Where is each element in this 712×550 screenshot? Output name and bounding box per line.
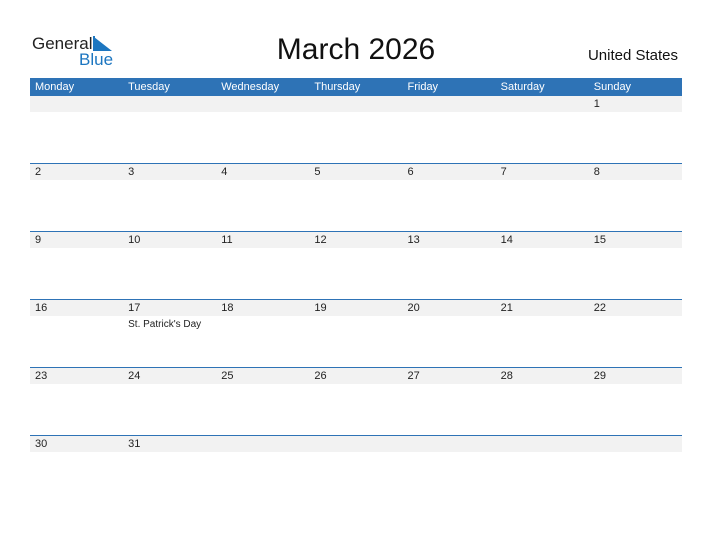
day-cell: 5 xyxy=(309,164,402,180)
day-cell xyxy=(309,96,402,112)
day-cell: 14 xyxy=(496,232,589,248)
day-cell: 22 xyxy=(589,300,682,316)
week-row: 16 17 St. Patrick's Day 18 19 20 21 22 xyxy=(30,299,682,367)
date-row: 30 31 xyxy=(30,436,682,452)
date-row: 2 3 4 5 6 7 8 xyxy=(30,164,682,180)
day-number: 21 xyxy=(500,302,513,314)
day-number: 9 xyxy=(35,234,42,246)
day-number: 8 xyxy=(593,166,600,178)
day-number: 23 xyxy=(35,370,48,382)
day-cell xyxy=(216,436,309,452)
day-number: 2 xyxy=(35,166,42,178)
day-cell: 21 xyxy=(496,300,589,316)
holiday-label: St. Patrick's Day xyxy=(128,319,202,330)
day-cell: 4 xyxy=(216,164,309,180)
day-cell: 31 xyxy=(123,436,216,452)
day-number: 12 xyxy=(314,234,327,246)
weekday-wednesday: Wednesday xyxy=(221,81,280,93)
day-number: 5 xyxy=(314,166,321,178)
day-cell xyxy=(123,96,216,112)
country-label: United States xyxy=(587,47,678,64)
day-number: 30 xyxy=(35,438,48,450)
day-number: 26 xyxy=(314,370,327,382)
day-cell xyxy=(403,436,496,452)
day-cell: 1 xyxy=(589,96,682,112)
day-cell xyxy=(30,96,123,112)
day-cell xyxy=(309,436,402,452)
day-number: 10 xyxy=(128,234,141,246)
calendar-grid: Monday Tuesday Wednesday Thursday Friday Satu… xyxy=(30,78,682,503)
day-number: 7 xyxy=(500,166,507,178)
day-number: 18 xyxy=(221,302,234,314)
day-cell xyxy=(496,96,589,112)
day-number: 31 xyxy=(128,438,141,450)
day-number: 27 xyxy=(407,370,420,382)
day-cell xyxy=(589,436,682,452)
week-row: 30 31 xyxy=(30,435,682,503)
day-number: 20 xyxy=(407,302,420,314)
day-number: 22 xyxy=(593,302,606,314)
day-cell: 18 xyxy=(216,300,309,316)
day-cell: 16 xyxy=(30,300,123,316)
weekday-header: Monday Tuesday Wednesday Thursday Friday Satu… xyxy=(30,78,682,96)
day-number: 6 xyxy=(407,166,414,178)
day-cell: 26 xyxy=(309,368,402,384)
day-number: 11 xyxy=(221,234,233,246)
day-number: 1 xyxy=(593,98,600,110)
day-cell: 25 xyxy=(216,368,309,384)
weekday-saturday: Saturday xyxy=(500,81,545,93)
week-row: 1 xyxy=(30,96,682,163)
day-cell: 3 xyxy=(123,164,216,180)
day-cell: 24 xyxy=(123,368,216,384)
day-cell: 15 xyxy=(589,232,682,248)
weekday-friday: Friday xyxy=(407,81,439,93)
week-row: 9 10 11 12 13 14 15 xyxy=(30,231,682,299)
weekday-sunday: Sunday xyxy=(593,81,632,93)
day-cell: 27 xyxy=(403,368,496,384)
day-number: 29 xyxy=(593,370,606,382)
day-number: 19 xyxy=(314,302,327,314)
day-cell: 23 xyxy=(30,368,123,384)
day-number: 17 xyxy=(128,302,141,314)
week-row: 23 24 25 26 27 28 29 xyxy=(30,367,682,435)
date-row: 16 17 St. Patrick's Day 18 19 20 21 22 xyxy=(30,300,682,330)
day-number: 25 xyxy=(221,370,234,382)
day-cell: 2 xyxy=(30,164,123,180)
day-cell xyxy=(496,436,589,452)
day-cell: 7 xyxy=(496,164,589,180)
day-cell: 13 xyxy=(403,232,496,248)
date-row: 1 xyxy=(30,96,682,112)
day-number: 13 xyxy=(407,234,420,246)
day-cell: 11 xyxy=(216,232,309,248)
day-cell: 9 xyxy=(30,232,123,248)
date-row: 23 24 25 26 27 28 29 xyxy=(30,368,682,384)
day-cell xyxy=(403,96,496,112)
day-cell: 28 xyxy=(496,368,589,384)
day-cell: 19 xyxy=(309,300,402,316)
weekday-thursday: Thursday xyxy=(314,81,361,93)
date-row: 9 10 11 12 13 14 15 xyxy=(30,232,682,248)
day-number: 24 xyxy=(128,370,141,382)
day-cell xyxy=(216,96,309,112)
day-number: 28 xyxy=(500,370,513,382)
day-cell: 30 xyxy=(30,436,123,452)
day-number: 3 xyxy=(128,166,135,178)
day-cell: 20 xyxy=(403,300,496,316)
day-cell: 6 xyxy=(403,164,496,180)
day-number: 4 xyxy=(221,166,228,178)
day-cell: 29 xyxy=(589,368,682,384)
week-row: 2 3 4 5 6 7 8 xyxy=(30,163,682,231)
day-number: 16 xyxy=(35,302,48,314)
weekday-monday: Monday xyxy=(35,81,75,93)
day-number: 15 xyxy=(593,234,606,246)
day-cell: 8 xyxy=(589,164,682,180)
day-number: 14 xyxy=(500,234,513,246)
day-cell: 12 xyxy=(309,232,402,248)
day-cell: 10 xyxy=(123,232,216,248)
day-cell: 17 St. Patrick's Day xyxy=(123,300,216,330)
weekday-tuesday: Tuesday xyxy=(128,81,170,93)
